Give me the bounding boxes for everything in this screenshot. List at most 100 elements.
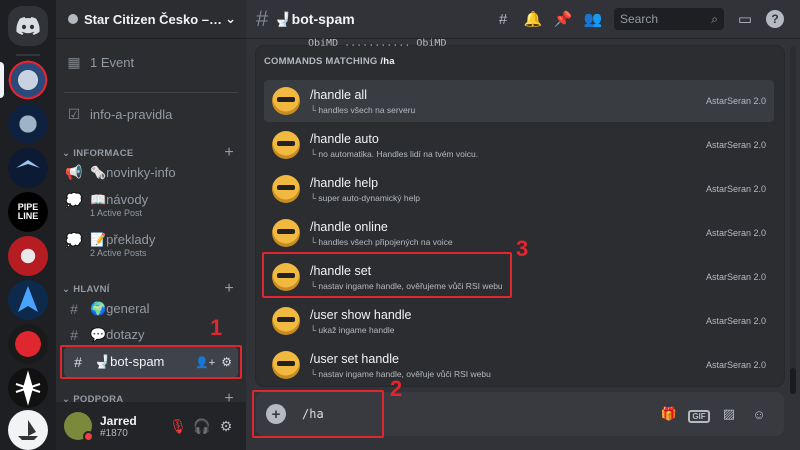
search-input[interactable]: Search ⌕: [614, 8, 724, 30]
command-description: └ super auto-dynamický help: [310, 192, 420, 203]
forum-icon: 💭: [65, 232, 83, 248]
server-icon-ravens[interactable]: [8, 148, 48, 188]
user-tag: #1870: [100, 427, 128, 439]
guild-header[interactable]: Star Citizen Česko – S... ⌄: [56, 0, 246, 38]
bot-avatar: [272, 131, 300, 159]
hashtag-icon: #: [70, 301, 78, 317]
gif-button[interactable]: GIF: [684, 407, 714, 423]
username: Jarred: [100, 413, 137, 428]
server-icon-ship[interactable]: [8, 410, 48, 450]
emoji-icon[interactable]: ☺: [744, 407, 774, 422]
sticker-icon[interactable]: ▨: [714, 406, 744, 422]
search-icon: ⌕: [711, 11, 718, 26]
command-option[interactable]: /user set handle └ nastav ingame handle, …: [264, 344, 774, 386]
category-label: INFORMACE: [73, 147, 134, 159]
server-icon-sc[interactable]: [8, 104, 48, 144]
channel-title: 🚽bot-spam: [274, 10, 355, 27]
command-app: AstarSeran 2.0: [705, 140, 766, 150]
annotation-number-1: 1: [210, 315, 223, 340]
add-channel-icon[interactable]: +: [224, 280, 234, 298]
command-option[interactable]: /handle help └ super auto-dynamický help …: [264, 168, 774, 210]
server-icon-sc-cesko[interactable]: [8, 60, 48, 100]
chevron-down-icon: ⌄: [62, 283, 71, 295]
user-panel: Jarred #1870 🎙 🎧 ⚙: [56, 402, 246, 450]
announcement-icon: 📢: [65, 164, 83, 180]
gift-icon[interactable]: 🎁: [654, 406, 684, 422]
bot-avatar: [272, 175, 300, 203]
bot-avatar: [272, 307, 300, 335]
scrollbar[interactable]: [790, 46, 796, 394]
bell-icon[interactable]: 🔔: [518, 10, 548, 28]
bot-avatar: [272, 219, 300, 247]
members-icon[interactable]: 👥: [578, 10, 608, 28]
pin-icon[interactable]: 📌: [548, 10, 578, 28]
gif-label: GIF: [688, 409, 710, 423]
scrollbar-thumb[interactable]: [790, 368, 796, 394]
help-icon[interactable]: ?: [760, 10, 790, 28]
popup-header-prefix: COMMANDS MATCHING: [264, 56, 378, 67]
guild-name: Star Citizen Česko – S...: [84, 11, 226, 27]
channel-label: 🗞️novinky-info: [90, 164, 176, 180]
forum-preklady[interactable]: 💭 📝překlady 2 Active Posts: [64, 232, 238, 258]
inbox-icon[interactable]: ▭: [730, 10, 760, 28]
command-description: └ no automatika. Handles lidí na tvém vo…: [310, 148, 479, 159]
category-hlavni[interactable]: ⌄ HLAVNÍ +: [62, 280, 234, 298]
headphones-icon[interactable]: 🎧: [190, 418, 214, 435]
active-posts-label: 1 Active Post: [90, 208, 143, 218]
search-placeholder: Search: [620, 12, 659, 26]
forum-icon: 💭: [65, 192, 83, 208]
server-icon-white[interactable]: [8, 368, 48, 408]
popup-header: COMMANDS MATCHING /ha: [264, 56, 395, 67]
command-description: └ nastav ingame handle, ověřuje vůči RSI…: [310, 368, 491, 379]
channel-novinky-info[interactable]: 📢 🗞️novinky-info: [64, 164, 238, 181]
selected-server-pill: [0, 62, 4, 98]
slash-command-popup: COMMANDS MATCHING /ha /handle all └ handl…: [256, 46, 784, 386]
avatar[interactable]: [64, 412, 94, 442]
server-icon-pipeline[interactable]: PIPE LINE: [8, 192, 48, 232]
command-option[interactable]: /handle auto └ no automatika. Handles lid…: [264, 124, 774, 166]
command-app: AstarSeran 2.0: [705, 184, 766, 194]
server-icon-red[interactable]: [8, 236, 48, 276]
annotation-number-2: 2: [390, 376, 403, 401]
category-label: HLAVNÍ: [73, 283, 110, 295]
popup-query: /ha: [380, 56, 395, 67]
server-icon-dark[interactable]: [8, 324, 48, 364]
command-name: /handle all: [310, 87, 367, 102]
server-rail: PIPE LINE: [0, 0, 56, 450]
events-row[interactable]: ▦ 1 Event: [64, 54, 238, 71]
mic-muted-icon[interactable]: 🎙: [166, 418, 190, 435]
add-channel-icon[interactable]: +: [224, 144, 234, 162]
divider: [64, 92, 238, 93]
command-name: /handle help: [310, 175, 379, 190]
user-info[interactable]: Jarred #1870: [100, 414, 166, 439]
highlight-box-command: [262, 252, 512, 298]
events-label: 1 Event: [90, 55, 135, 70]
command-description: └ handles všech na serveru: [310, 104, 416, 115]
command-app: AstarSeran 2.0: [705, 96, 766, 106]
gear-icon[interactable]: ⚙: [214, 418, 238, 435]
bot-avatar: [272, 351, 300, 379]
discord-home-icon[interactable]: [8, 6, 48, 46]
annotation-number-3: 3: [516, 236, 529, 261]
rail-separator: [16, 54, 40, 56]
server-icon-arrow[interactable]: [8, 280, 48, 320]
command-option[interactable]: /handle all └ handles všech na serveru As…: [264, 80, 774, 122]
active-posts-label: 2 Active Posts: [90, 248, 147, 258]
command-description: └ handles všech připojených na voice: [310, 236, 453, 247]
threads-icon[interactable]: #: [488, 11, 518, 28]
chevron-down-icon: ⌄: [62, 147, 71, 159]
hashtag-icon: #: [70, 327, 78, 343]
command-name: /user show handle: [310, 307, 412, 322]
guild-badge-icon: [68, 14, 78, 24]
pipeline-logo-text: PIPE LINE: [17, 202, 39, 221]
forum-navody[interactable]: 💭 📖návody 1 Active Post: [64, 192, 238, 218]
channel-label: 💬dotazy: [90, 327, 145, 342]
command-option[interactable]: /user show handle └ ukaž ingame handle As…: [264, 300, 774, 342]
channel-sidebar: Star Citizen Česko – S... ⌄ ▦ 1 Event ☑ …: [56, 0, 246, 450]
channel-info-a-pravidla[interactable]: ☑ info-a-pravidla: [64, 106, 238, 123]
highlight-box-channel: [60, 345, 242, 379]
command-name: /user set handle: [310, 351, 399, 366]
rules-checkbox-icon: ☑: [67, 106, 81, 122]
category-informace[interactable]: ⌄ INFORMACE +: [62, 144, 234, 162]
command-name: /handle auto: [310, 131, 379, 146]
